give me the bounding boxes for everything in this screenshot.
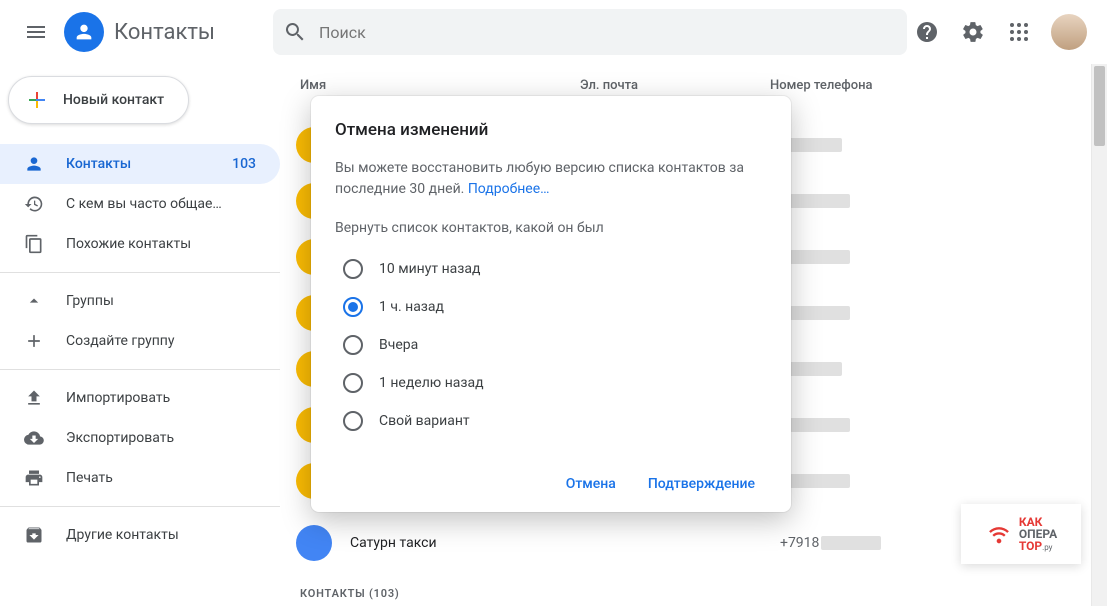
option-label: Свой вариант [379, 413, 470, 429]
dialog-actions: Отмена Подтверждение [335, 468, 767, 500]
option-label: 1 неделю назад [379, 375, 484, 391]
confirm-button[interactable]: Подтверждение [636, 468, 767, 500]
option-1week[interactable]: 1 неделю назад [343, 364, 767, 402]
radio-icon [343, 335, 363, 355]
option-label: Вчера [379, 337, 418, 353]
radio-icon [343, 411, 363, 431]
dialog-subheading: Вернуть список контактов, какой он был [335, 220, 767, 236]
option-1hour[interactable]: 1 ч. назад [343, 288, 767, 326]
learn-more-link[interactable]: Подробнее… [468, 181, 550, 197]
option-yesterday[interactable]: Вчера [343, 326, 767, 364]
option-custom[interactable]: Свой вариант [343, 402, 767, 440]
option-label: 10 минут назад [379, 261, 480, 277]
wifi-icon [985, 520, 1013, 548]
cancel-button[interactable]: Отмена [554, 468, 628, 500]
radio-icon [343, 259, 363, 279]
undo-changes-dialog: Отмена изменений Вы можете восстановить … [311, 96, 791, 512]
radio-icon [343, 373, 363, 393]
radio-icon [343, 297, 363, 317]
option-10min[interactable]: 10 минут назад [343, 250, 767, 288]
watermark-badge: КАК ОПЕРА ТОР.ру [961, 504, 1081, 564]
watermark-text: КАК ОПЕРА ТОР.ру [1019, 516, 1057, 552]
dialog-description: Вы можете восстановить любую версию спис… [335, 158, 767, 200]
restore-options: 10 минут назад 1 ч. назад Вчера 1 неделю… [335, 250, 767, 440]
option-label: 1 ч. назад [379, 299, 444, 315]
dialog-title: Отмена изменений [335, 120, 767, 140]
